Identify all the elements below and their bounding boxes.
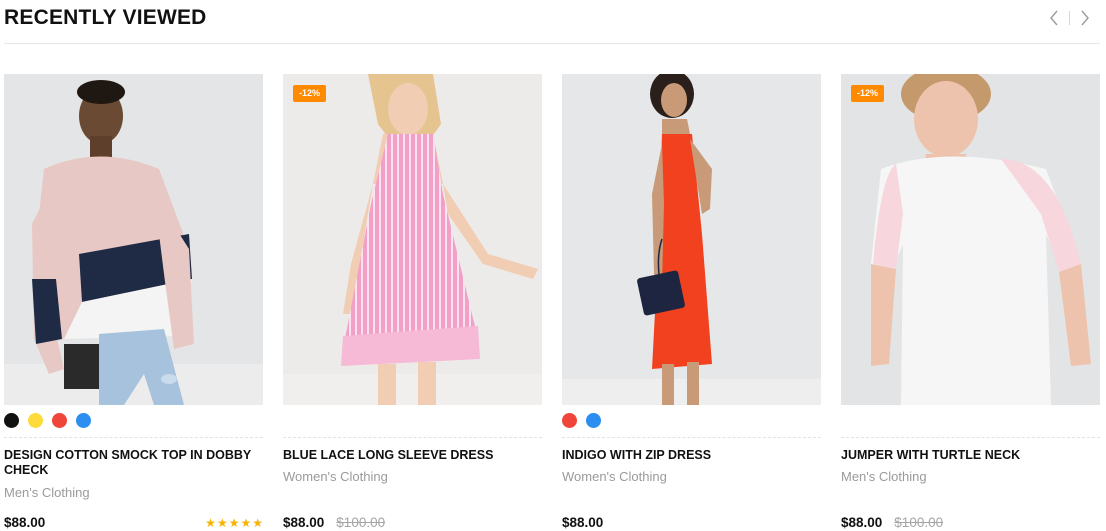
section-title: RECENTLY VIEWED [4,6,207,29]
color-swatch-blue[interactable] [586,413,601,428]
recently-viewed-section: RECENTLY VIEWED DESIGN COTTON SMOCK TOP … [0,0,1106,531]
product-list: DESIGN COTTON SMOCK TOP IN DOBBY CHECK M… [4,74,1102,531]
product-name[interactable]: DESIGN COTTON SMOCK TOP IN DOBBY CHECK [4,448,254,478]
product-category: Women's Clothing [283,469,388,484]
product-image[interactable]: -12% [283,74,542,405]
product-image[interactable] [4,74,263,405]
product-name[interactable]: JUMPER WITH TURTLE NECK [841,448,1091,463]
product-category: Men's Clothing [4,485,90,500]
discount-badge: -12% [851,85,885,102]
star-icon: ★ [240,516,252,530]
product-price: $88.00 [562,514,604,530]
product-image[interactable]: -12% [841,74,1100,405]
product-card[interactable]: -12% BLUE LACE LONG SLEEVE DRESS Women's… [283,74,542,531]
discount-badge: -12% [293,85,327,102]
product-category: Women's Clothing [562,469,667,484]
chevron-left-icon [1050,10,1058,26]
product-card[interactable]: INDIGO WITH ZIP DRESS Women's Clothing $… [562,74,821,531]
card-divider [4,437,263,438]
carousel-nav [1043,8,1096,28]
product-old-price: $100.00 [894,514,944,530]
next-button[interactable] [1074,8,1096,28]
nav-divider [1069,11,1070,25]
card-divider [841,437,1100,438]
color-swatch-red[interactable] [52,413,67,428]
product-price: $88.00 [4,514,46,530]
star-icon: ★ [228,516,240,530]
color-swatch-blue[interactable] [76,413,91,428]
star-icon: ★ [216,516,228,530]
chevron-right-icon [1081,10,1089,26]
color-swatches [4,413,91,428]
price-row: $88.00 $100.00 [283,513,385,531]
card-divider [562,437,821,438]
price-row: $88.00 $100.00 [841,513,943,531]
color-swatch-red[interactable] [562,413,577,428]
rating-stars: ★ ★ ★ ★ ★ [205,516,263,530]
color-swatches [562,413,601,428]
color-swatch-black[interactable] [4,413,19,428]
product-card[interactable]: DESIGN COTTON SMOCK TOP IN DOBBY CHECK M… [4,74,263,531]
price-row: $88.00 [562,513,603,531]
product-price: $88.00 [283,514,325,530]
card-divider [283,437,542,438]
product-price: $88.00 [841,514,883,530]
product-name[interactable]: BLUE LACE LONG SLEEVE DRESS [283,448,533,463]
prev-button[interactable] [1043,8,1065,28]
section-header: RECENTLY VIEWED [4,0,1100,44]
product-card[interactable]: -12% JUMPER WITH TURTLE NECK Men's Cloth… [841,74,1100,531]
price-row: $88.00 [4,513,45,531]
product-category: Men's Clothing [841,469,927,484]
product-old-price: $100.00 [336,514,386,530]
product-image[interactable] [562,74,821,405]
color-swatch-yellow[interactable] [28,413,43,428]
star-icon: ★ [205,516,216,530]
star-icon: ★ [252,516,263,530]
product-name[interactable]: INDIGO WITH ZIP DRESS [562,448,812,463]
